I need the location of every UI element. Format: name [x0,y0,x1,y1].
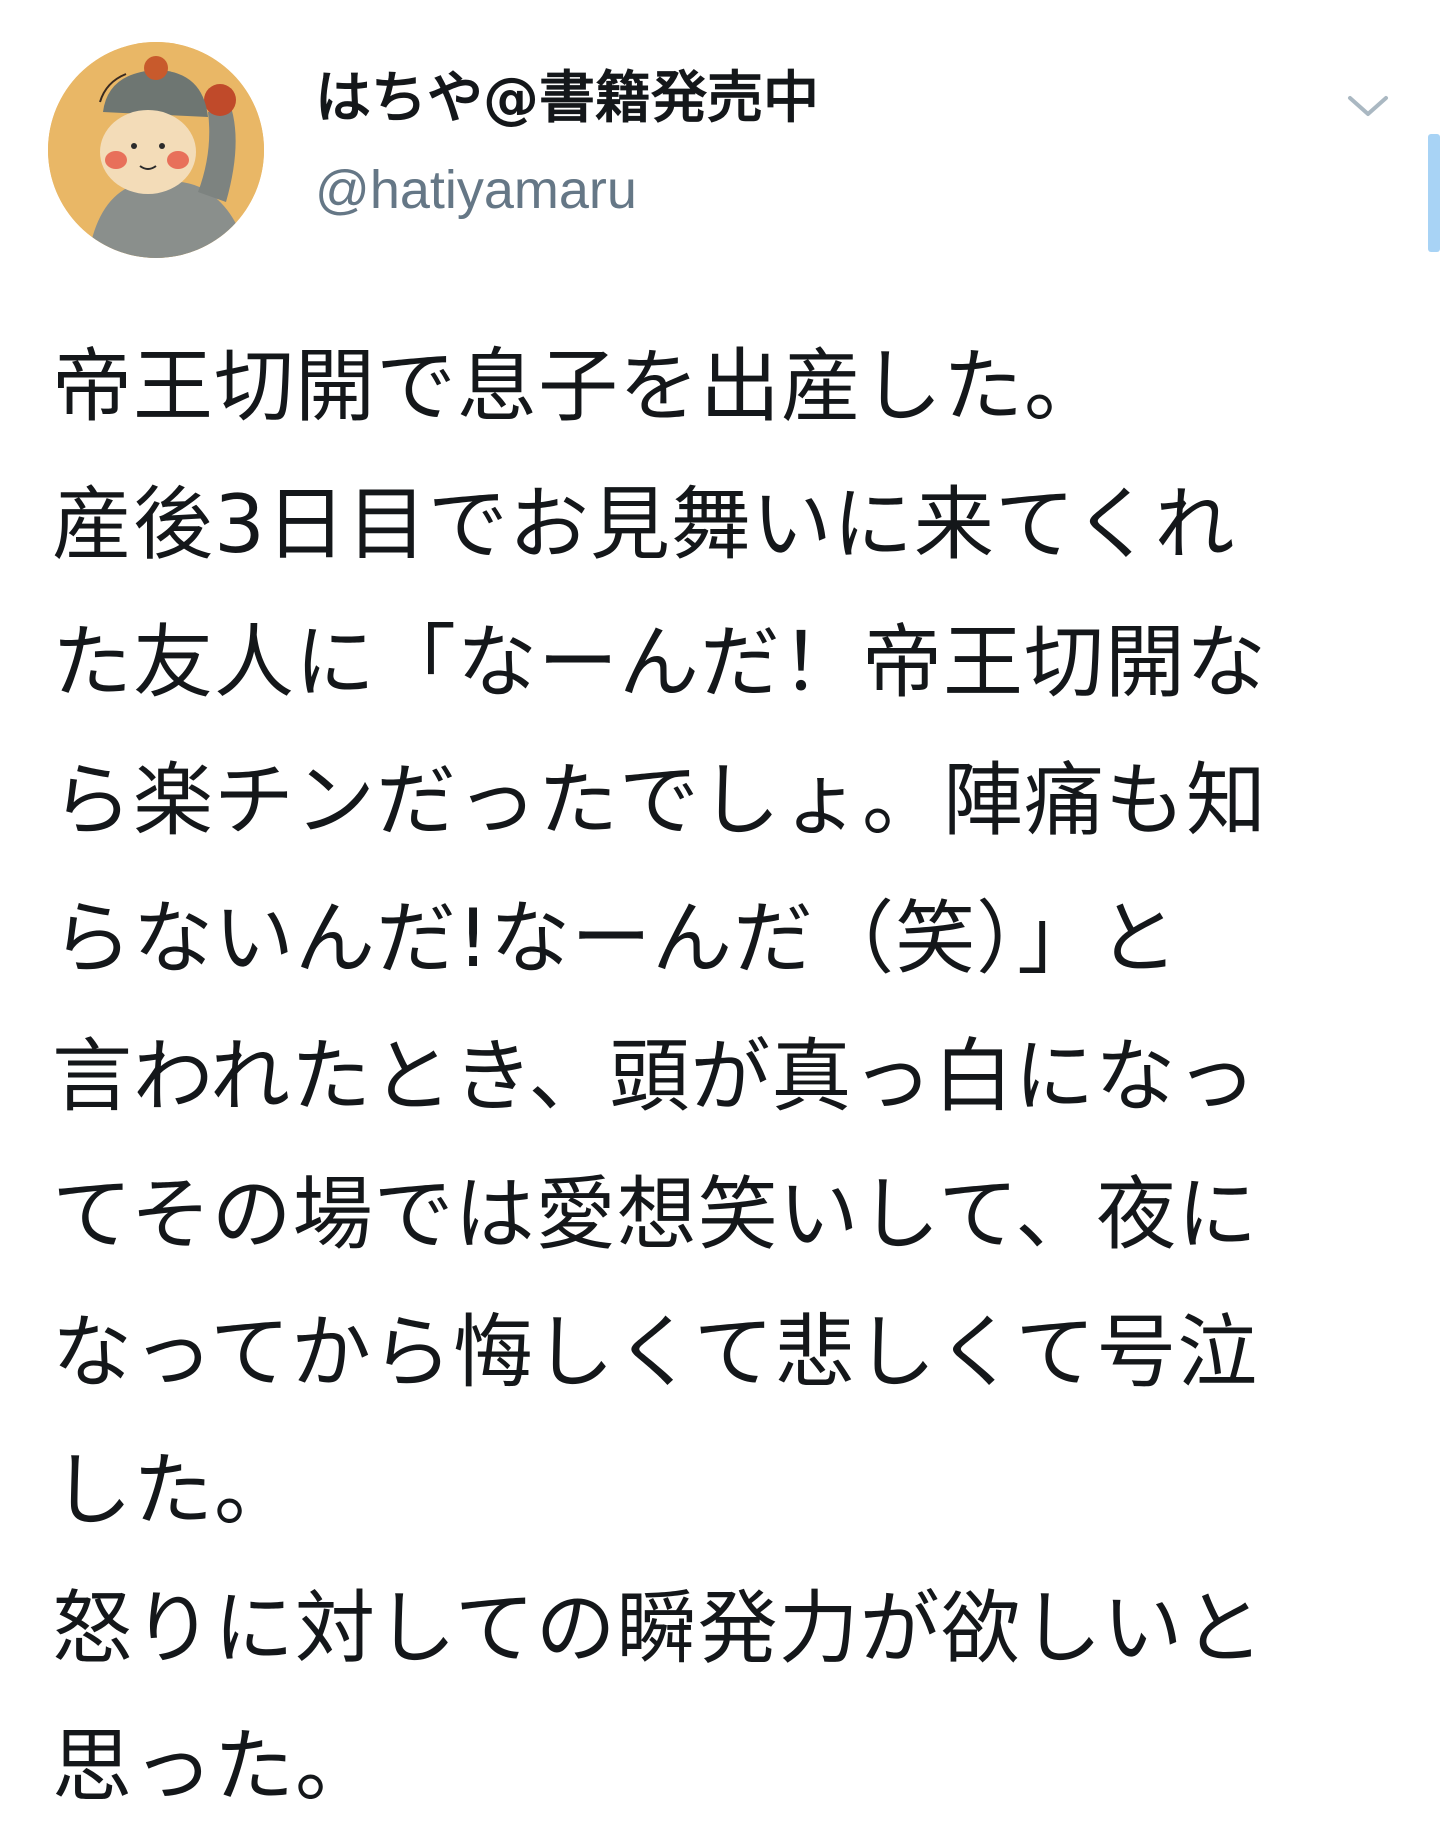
tweet-text-line: 怒りに対しての瞬発力が欲しいと [52,1582,1265,1675]
tweet-text-line: らないんだ!なーんだ（笑）」と [52,892,1180,985]
tweet-text-line: 言われたとき、頭が真っ白になっ [52,1030,1258,1123]
author-handle[interactable]: @hatiyamaru [315,158,819,222]
scroll-indicator [1428,134,1440,252]
tweet-text: 帝王切開で息子を出産した。 産後3日目でお見舞いに来てくれ た友人に「なーんだ！… [52,318,1402,1836]
tweet-text-line: した。 [52,1444,295,1537]
chevron-down-icon [1348,96,1388,116]
tweet-text-line: た友人に「なーんだ！帝王切開な [52,616,1267,709]
tweet-header: はちや@書籍発売中 @hatiyamaru [0,0,1440,300]
tweet-text-line: 思った。 [52,1720,376,1813]
tweet-menu-button[interactable] [1340,78,1396,134]
illustrated-avatar-icon [48,42,264,258]
tweet-text-line: 産後3日目でお見舞いに来てくれ [52,478,1236,571]
author-names: はちや@書籍発売中 @hatiyamaru [315,62,819,222]
tweet-text-line: てその場では愛想笑いして、夜に [52,1168,1259,1261]
tweet-text-line: なってから悔しくて悲しくて号泣 [52,1306,1259,1399]
author-display-name[interactable]: はちや@書籍発売中 [315,62,819,136]
tweet-text-line: ら楽チンだったでしょ。陣痛も知 [52,754,1267,847]
author-avatar[interactable] [48,42,264,258]
tweet-text-line: 帝王切開で息子を出産した。 [52,340,1105,433]
tweet-card: はちや@書籍発売中 @hatiyamaru 帝王切開で息子を出産した。 産後3日… [0,0,1440,1824]
